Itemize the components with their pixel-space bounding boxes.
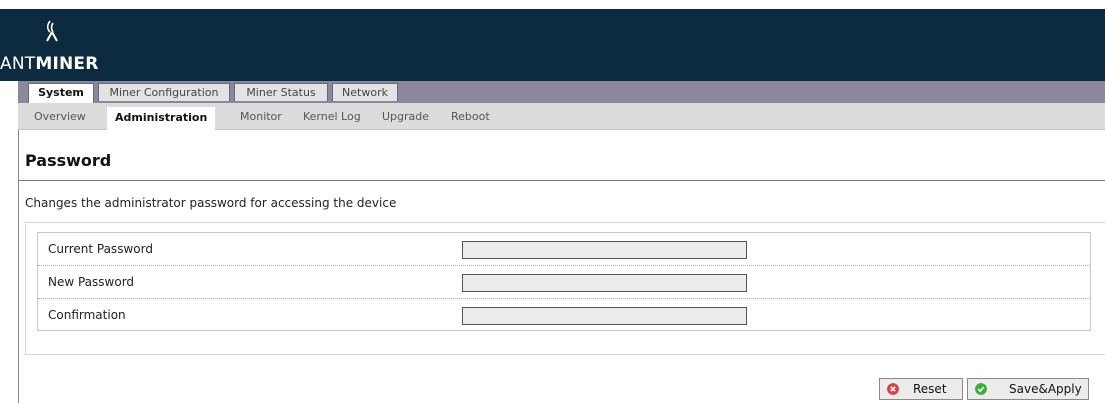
check-circle-icon [975, 383, 987, 395]
page-description: Changes the administrator password for a… [25, 196, 397, 210]
app-header: ANTMINER [0, 9, 1105, 81]
sub-tab-bar: Overview Administration Monitor Kernel L… [18, 103, 1105, 130]
tab-network[interactable]: Network [332, 83, 398, 101]
form-row-confirmation: Confirmation [38, 299, 1090, 332]
password-form: Current Password New Password Confirmati… [37, 232, 1091, 331]
current-password-label: Current Password [48, 242, 153, 256]
antminer-logo-icon [46, 20, 58, 42]
new-password-input[interactable] [462, 274, 747, 292]
subtab-kernel-log[interactable]: Kernel Log [303, 109, 361, 125]
cancel-circle-icon [887, 383, 899, 395]
current-password-input[interactable] [462, 241, 747, 259]
page-title: Password [25, 151, 112, 170]
tab-miner-status[interactable]: Miner Status [234, 83, 328, 101]
brand-logo: ANTMINER [0, 54, 99, 74]
subtab-administration[interactable]: Administration [107, 107, 216, 130]
confirmation-label: Confirmation [48, 308, 126, 322]
tab-system[interactable]: System [28, 83, 94, 103]
subtab-monitor[interactable]: Monitor [240, 109, 282, 125]
confirmation-input[interactable] [462, 307, 747, 325]
new-password-label: New Password [48, 275, 135, 289]
reset-label: Reset [913, 382, 947, 396]
tab-miner-configuration[interactable]: Miner Configuration [98, 83, 230, 101]
form-row-current-password: Current Password [38, 233, 1090, 266]
subtab-reboot[interactable]: Reboot [451, 109, 490, 125]
save-apply-label: Save&Apply [1009, 382, 1082, 396]
content-left-border [18, 130, 19, 403]
subtab-overview[interactable]: Overview [34, 109, 86, 125]
save-apply-button[interactable]: Save&Apply [967, 378, 1089, 400]
logo-prefix: ANT [0, 54, 36, 74]
reset-button[interactable]: Reset [879, 378, 963, 400]
title-divider [19, 180, 1105, 181]
logo-suffix: MINER [35, 54, 99, 74]
main-tab-bar: System Miner Configuration Miner Status … [18, 81, 1105, 103]
subtab-upgrade[interactable]: Upgrade [382, 109, 429, 125]
form-row-new-password: New Password [38, 266, 1090, 299]
